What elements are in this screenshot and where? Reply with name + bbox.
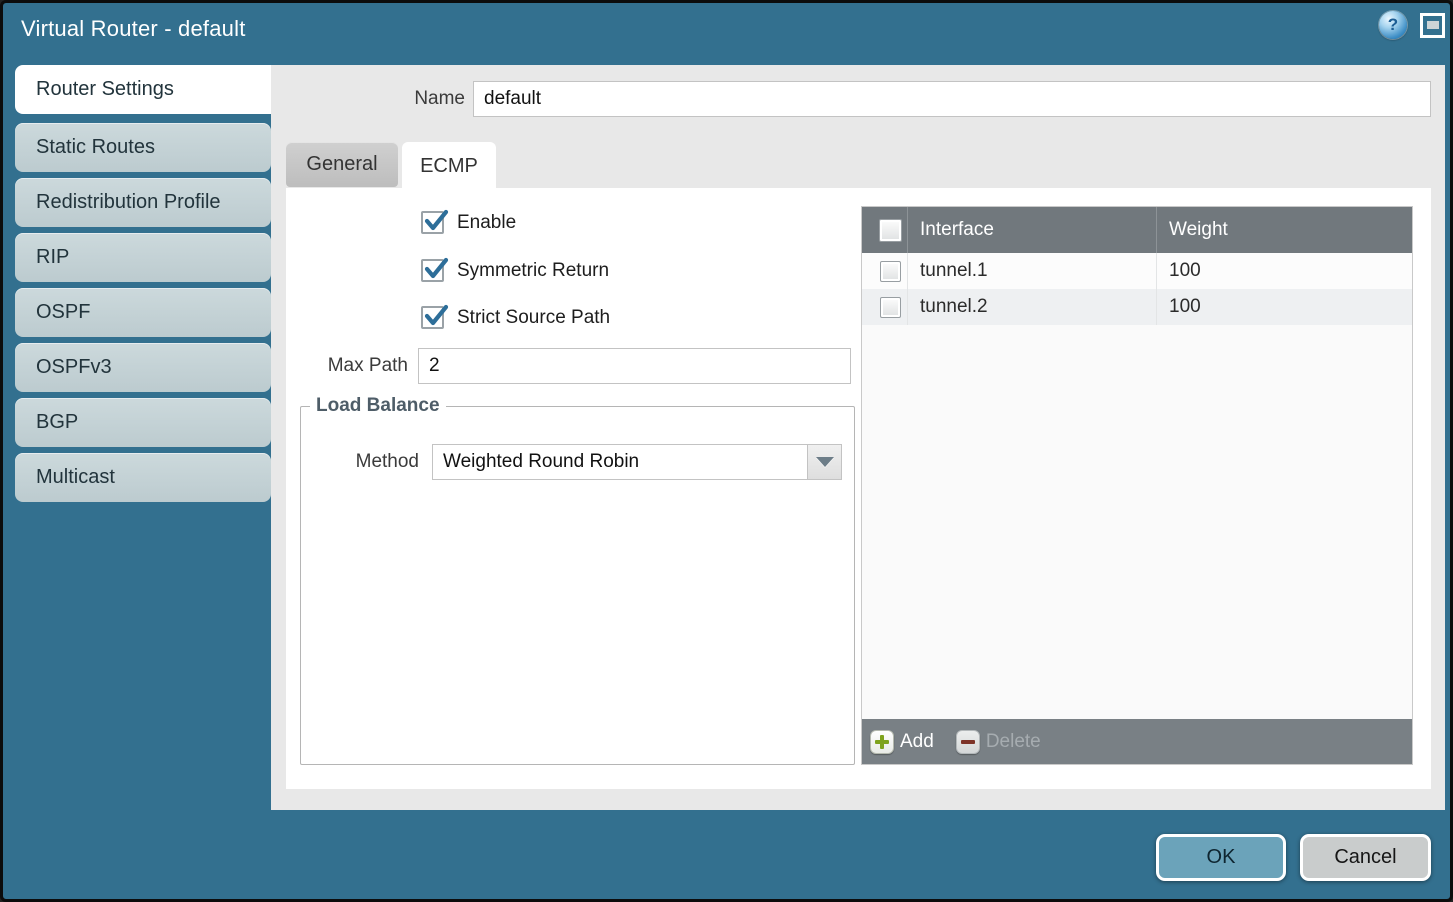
ok-button[interactable]: OK xyxy=(1156,834,1286,881)
select-all-checkbox[interactable] xyxy=(879,219,902,242)
row-checkbox[interactable] xyxy=(880,297,901,318)
sidebar-item-label: OSPF xyxy=(36,301,90,324)
cell-interface: tunnel.2 xyxy=(907,289,1156,325)
sidebar-item-label: RIP xyxy=(36,246,69,269)
enable-label: Enable xyxy=(457,212,516,234)
sidebar-item-router-settings[interactable]: Router Settings xyxy=(15,65,272,114)
sidebar-item-bgp[interactable]: BGP xyxy=(15,398,271,447)
sidebar-item-label: BGP xyxy=(36,411,78,434)
table-header-checkbox-cell xyxy=(862,207,907,253)
method-dropdown-value: Weighted Round Robin xyxy=(433,445,807,479)
sidebar-item-redistribution-profile[interactable]: Redistribution Profile xyxy=(15,178,271,227)
strict-source-path-checkbox[interactable] xyxy=(421,306,444,329)
tab-label: General xyxy=(306,153,377,176)
name-label: Name xyxy=(333,88,465,110)
method-label: Method xyxy=(329,451,419,473)
ok-button-label: OK xyxy=(1207,846,1236,869)
dialog-title: Virtual Router - default xyxy=(21,16,246,42)
titlebar: Virtual Router - default ? xyxy=(3,3,1450,62)
sidebar-item-label: Multicast xyxy=(36,466,115,489)
symmetric-return-label: Symmetric Return xyxy=(457,260,609,282)
chevron-down-icon xyxy=(816,457,834,467)
cell-interface: tunnel.1 xyxy=(907,253,1156,289)
sidebar-item-static-routes[interactable]: Static Routes xyxy=(15,123,271,172)
add-icon[interactable] xyxy=(870,730,894,754)
ecmp-tab-content: Enable Symmetric Return Strict Source Pa… xyxy=(286,188,1431,789)
strict-source-path-label: Strict Source Path xyxy=(457,307,610,329)
symmetric-return-checkbox-row[interactable]: Symmetric Return xyxy=(421,259,609,282)
tab-label: ECMP xyxy=(420,155,478,178)
table-row[interactable]: tunnel.2 100 xyxy=(862,289,1412,325)
cell-weight: 100 xyxy=(1156,289,1412,325)
sidebar-item-label: OSPFv3 xyxy=(36,356,112,379)
symmetric-return-checkbox[interactable] xyxy=(421,259,444,282)
sidebar-item-ospfv3[interactable]: OSPFv3 xyxy=(15,343,271,392)
strict-source-path-checkbox-row[interactable]: Strict Source Path xyxy=(421,306,610,329)
interface-table: Interface Weight tunnel.1 100 tunnel.2 1… xyxy=(861,206,1413,765)
sidebar-item-multicast[interactable]: Multicast xyxy=(15,453,271,502)
row-checkbox-cell xyxy=(862,289,907,325)
delete-icon[interactable] xyxy=(956,730,980,754)
max-path-input[interactable] xyxy=(418,348,851,384)
sidebar-item-label: Redistribution Profile xyxy=(36,191,221,214)
sidebar-item-ospf[interactable]: OSPF xyxy=(15,288,271,337)
name-input[interactable] xyxy=(473,81,1431,117)
table-footer: Add Delete xyxy=(862,719,1412,764)
cell-weight: 100 xyxy=(1156,253,1412,289)
column-header-weight: Weight xyxy=(1156,207,1412,253)
help-icon[interactable]: ? xyxy=(1379,11,1407,39)
column-header-interface: Interface xyxy=(907,207,1156,253)
load-balance-fieldset: Load Balance Method Weighted Round Robin xyxy=(300,395,855,765)
load-balance-legend: Load Balance xyxy=(310,395,446,417)
enable-checkbox-row[interactable]: Enable xyxy=(421,211,516,234)
cancel-button[interactable]: Cancel xyxy=(1300,834,1431,881)
table-header-row: Interface Weight xyxy=(862,207,1412,253)
window-dock-icon-glyph xyxy=(1427,21,1439,29)
table-empty-area xyxy=(862,325,1412,719)
method-dropdown-button[interactable] xyxy=(807,445,841,479)
sidebar-item-label: Router Settings xyxy=(36,78,174,101)
tab-ecmp[interactable]: ECMP xyxy=(402,142,496,190)
method-dropdown[interactable]: Weighted Round Robin xyxy=(432,444,842,480)
row-checkbox[interactable] xyxy=(880,261,901,282)
virtual-router-dialog: Virtual Router - default ? Router Settin… xyxy=(0,0,1453,902)
cancel-button-label: Cancel xyxy=(1334,846,1396,869)
window-dock-icon[interactable] xyxy=(1420,13,1445,38)
tab-general[interactable]: General xyxy=(286,142,398,187)
content-panel: Name General ECMP Enable Symmetric Retur… xyxy=(271,65,1445,810)
delete-button[interactable]: Delete xyxy=(986,731,1041,753)
sidebar-item-label: Static Routes xyxy=(36,136,155,159)
max-path-label: Max Path xyxy=(286,355,408,377)
sidebar-item-rip[interactable]: RIP xyxy=(15,233,271,282)
enable-checkbox[interactable] xyxy=(421,211,444,234)
row-checkbox-cell xyxy=(862,253,907,289)
add-button[interactable]: Add xyxy=(900,731,934,753)
table-row[interactable]: tunnel.1 100 xyxy=(862,253,1412,289)
